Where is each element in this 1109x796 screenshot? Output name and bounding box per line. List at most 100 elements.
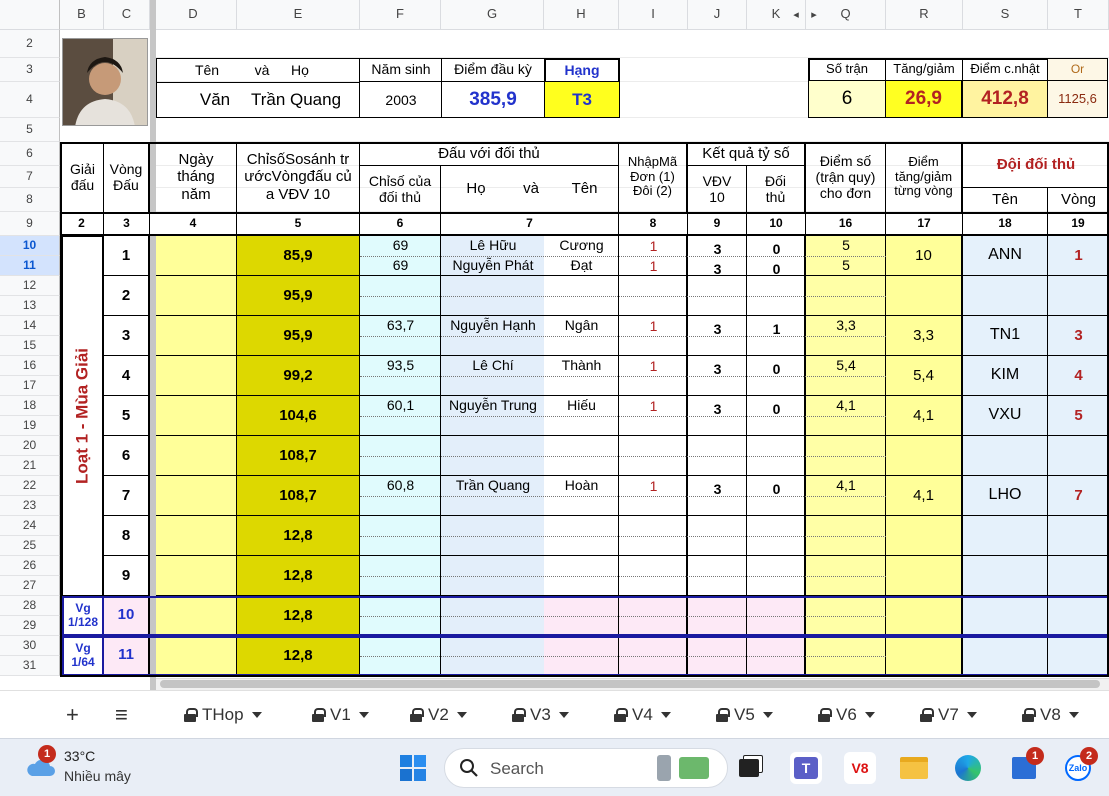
chevron-down-icon[interactable] bbox=[358, 712, 369, 718]
date-cell-9[interactable] bbox=[156, 556, 237, 596]
index-before-11: 12,8 bbox=[237, 636, 360, 676]
row-header-6[interactable]: 6 bbox=[0, 142, 60, 166]
column-header-i[interactable]: I bbox=[619, 0, 688, 30]
round-number-6: 6 bbox=[104, 436, 150, 476]
dotted-mid bbox=[360, 536, 886, 537]
windows-start-icon[interactable] bbox=[397, 752, 429, 784]
chevron-down-icon[interactable] bbox=[251, 712, 262, 718]
sheet-tab-v7[interactable]: V7 bbox=[920, 703, 977, 727]
team-name-3: TN1 bbox=[963, 316, 1048, 356]
row-header-20[interactable]: 20 bbox=[0, 436, 60, 456]
sheet-tab-v8[interactable]: V8 bbox=[1022, 703, 1079, 727]
column-header-e[interactable]: E bbox=[237, 0, 360, 30]
all-sheets-menu-button[interactable]: ≡ bbox=[115, 702, 128, 727]
chevron-down-icon[interactable] bbox=[456, 712, 467, 718]
sheet-tab-v4[interactable]: V4 bbox=[614, 703, 671, 727]
table-bottom-border bbox=[60, 675, 1109, 677]
taskbar-search-box[interactable]: Search bbox=[444, 748, 728, 788]
chevron-down-icon[interactable] bbox=[864, 712, 875, 718]
hdr-date: Ngày tháng năm bbox=[156, 142, 237, 212]
row-header-12[interactable]: 12 bbox=[0, 276, 60, 296]
file-explorer-icon[interactable] bbox=[898, 752, 930, 784]
add-sheet-button[interactable]: + bbox=[66, 702, 79, 727]
sheet-tab-v5[interactable]: V5 bbox=[716, 703, 773, 727]
team-round-6 bbox=[1048, 436, 1109, 476]
date-cell-4[interactable] bbox=[156, 356, 237, 396]
row-header-10[interactable]: 10 bbox=[0, 236, 60, 256]
row-header-24[interactable]: 24 bbox=[0, 516, 60, 536]
sheet-tab-v3[interactable]: V3 bbox=[512, 703, 569, 727]
date-cell-8[interactable] bbox=[156, 516, 237, 556]
date-cell-10[interactable] bbox=[156, 596, 237, 636]
stage-label-10: Vg 1/128 bbox=[62, 596, 104, 636]
row-header-2[interactable]: 2 bbox=[0, 30, 60, 58]
row-header-5[interactable]: 5 bbox=[0, 118, 60, 142]
column-header-r[interactable]: R bbox=[886, 0, 963, 30]
row-header-15[interactable]: 15 bbox=[0, 336, 60, 356]
row-header-17[interactable]: 17 bbox=[0, 376, 60, 396]
chevron-down-icon[interactable] bbox=[1068, 712, 1079, 718]
sheet-tab-thop[interactable]: THop bbox=[184, 703, 262, 727]
row-header-21[interactable]: 21 bbox=[0, 456, 60, 476]
collapse-left-arrow[interactable]: ◂ bbox=[790, 8, 802, 22]
chevron-down-icon[interactable] bbox=[762, 712, 773, 718]
column-header-b[interactable]: B bbox=[60, 0, 104, 30]
select-all-corner[interactable] bbox=[0, 0, 60, 30]
sheet-tab-v1[interactable]: V1 bbox=[312, 703, 369, 727]
row-header-28[interactable]: 28 bbox=[0, 596, 60, 616]
date-cell-11[interactable] bbox=[156, 636, 237, 676]
expand-right-arrow[interactable]: ▸ bbox=[808, 8, 820, 22]
row-header-22[interactable]: 22 bbox=[0, 476, 60, 496]
row-header-30[interactable]: 30 bbox=[0, 636, 60, 656]
round-change-3: 3,3 bbox=[886, 316, 963, 356]
column-header-t[interactable]: T bbox=[1048, 0, 1109, 30]
row-header-25[interactable]: 25 bbox=[0, 536, 60, 556]
row-header-23[interactable]: 23 bbox=[0, 496, 60, 516]
date-cell-5[interactable] bbox=[156, 396, 237, 436]
row-header-27[interactable]: 27 bbox=[0, 576, 60, 596]
date-cell-2[interactable] bbox=[156, 276, 237, 316]
column-header-f[interactable]: F bbox=[360, 0, 441, 30]
v8-app-icon[interactable]: V8 bbox=[844, 752, 876, 784]
round-change-9 bbox=[886, 556, 963, 596]
row-header-7[interactable]: 7 bbox=[0, 166, 60, 188]
date-cell-7[interactable] bbox=[156, 476, 237, 516]
sheet-tab-v6[interactable]: V6 bbox=[818, 703, 875, 727]
edge-browser-icon[interactable] bbox=[952, 752, 984, 784]
opp-index-3-0: 63,7 bbox=[386, 316, 415, 333]
spreadsheet-grid[interactable]: B C D E F G H I J K Q R S T ◂ ▸ 2 3 4 5 6 7 8 9 10 11 12 13 14 15 16 17… bbox=[0, 0, 1109, 690]
row-header-18[interactable]: 18 bbox=[0, 396, 60, 416]
column-header-d[interactable]: D bbox=[150, 0, 237, 30]
row-header-31[interactable]: 31 bbox=[0, 656, 60, 676]
row-header-16[interactable]: 16 bbox=[0, 356, 60, 376]
row-header-11[interactable]: 11 bbox=[0, 256, 60, 276]
task-view-icon[interactable] bbox=[733, 752, 765, 784]
points-4-0: 5,4 bbox=[836, 356, 856, 373]
teams-icon[interactable]: T bbox=[790, 752, 822, 784]
row-header-29[interactable]: 29 bbox=[0, 616, 60, 636]
chevron-down-icon[interactable] bbox=[966, 712, 977, 718]
column-header-j[interactable]: J bbox=[688, 0, 747, 30]
sheet-tab-v2[interactable]: V2 bbox=[410, 703, 467, 727]
column-header-c[interactable]: C bbox=[104, 0, 150, 30]
chevron-down-icon[interactable] bbox=[660, 712, 671, 718]
row-header-3[interactable]: 3 bbox=[0, 58, 60, 82]
hdr-opp-index: Chỉsố của đối thủ bbox=[360, 166, 441, 212]
index-before-9: 12,8 bbox=[237, 556, 360, 596]
row-header-14[interactable]: 14 bbox=[0, 316, 60, 336]
row-header-9[interactable]: 9 bbox=[0, 212, 60, 236]
column-header-g[interactable]: G bbox=[441, 0, 544, 30]
row-header-8[interactable]: 8 bbox=[0, 188, 60, 212]
chevron-down-icon[interactable] bbox=[558, 712, 569, 718]
date-cell-6[interactable] bbox=[156, 436, 237, 476]
row-header-4[interactable]: 4 bbox=[0, 82, 60, 118]
row-header-13[interactable]: 13 bbox=[0, 296, 60, 316]
row-header-19[interactable]: 19 bbox=[0, 416, 60, 436]
column-header-h[interactable]: H bbox=[544, 0, 619, 30]
sheet-tab-label: V4 bbox=[632, 705, 653, 724]
column-header-s[interactable]: S bbox=[963, 0, 1048, 30]
opp-score-4-0: 0 bbox=[772, 360, 781, 377]
date-cell-1[interactable] bbox=[156, 236, 237, 276]
date-cell-3[interactable] bbox=[156, 316, 237, 356]
row-header-26[interactable]: 26 bbox=[0, 556, 60, 576]
